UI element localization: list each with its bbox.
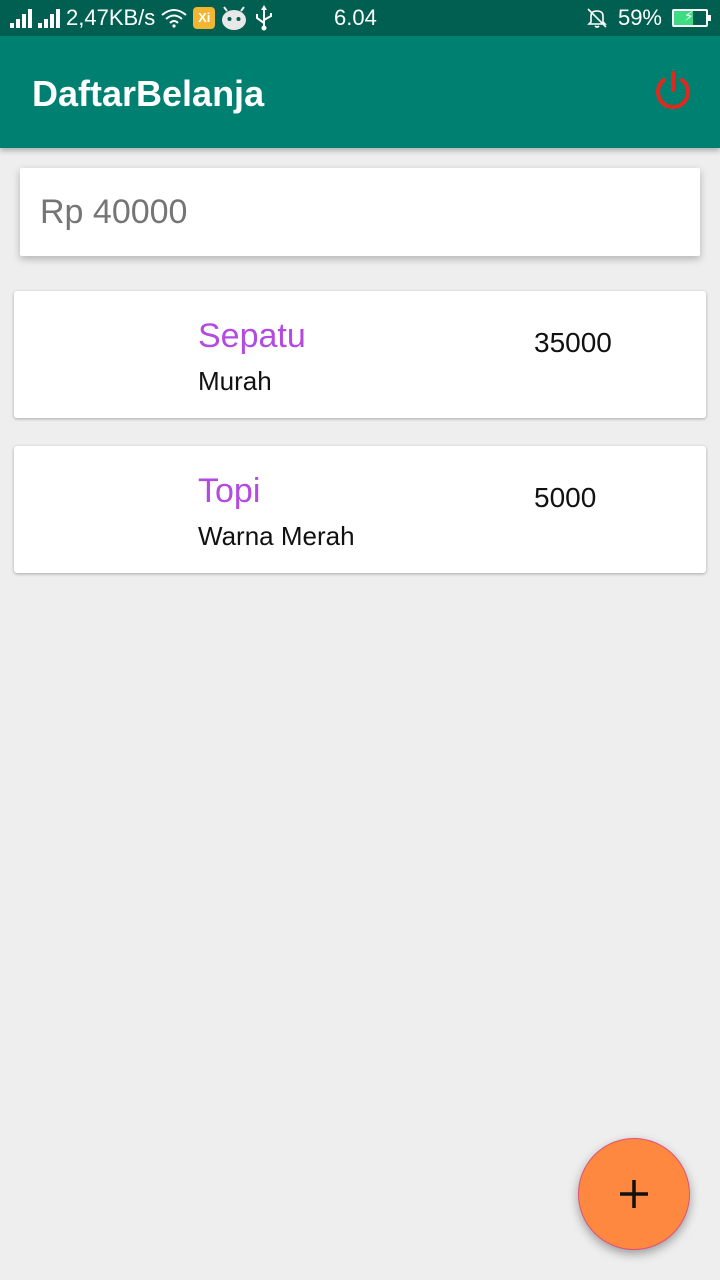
app-bar: DaftarBelanja: [0, 36, 720, 148]
charging-icon: ⚡: [684, 8, 694, 24]
status-right: 59% ⚡: [586, 0, 711, 36]
wifi-icon: [161, 8, 187, 28]
app-title: DaftarBelanja: [32, 73, 265, 114]
battery-percent: 59%: [617, 5, 662, 30]
budget-input[interactable]: [40, 192, 700, 232]
signal-icon: [10, 8, 32, 28]
budget-card: [20, 168, 700, 256]
item-card-topi[interactable]: Topi Warna Merah 5000: [14, 446, 706, 573]
item-description: Murah: [198, 366, 272, 396]
status-bar: 2,47KB/s Xi 6.04 59% ⚡: [0, 0, 720, 36]
item-name: Topi: [198, 472, 261, 510]
status-time: 6.04: [334, 5, 377, 30]
usb-icon: [253, 5, 275, 31]
item-price: 35000: [534, 327, 612, 358]
item-card-sepatu[interactable]: Sepatu Murah 35000: [14, 291, 706, 418]
signal-icon-2: [38, 8, 60, 28]
battery-icon: ⚡: [672, 8, 711, 27]
mute-icon: [586, 7, 608, 29]
item-name: Sepatu: [198, 317, 306, 355]
power-button[interactable]: [648, 66, 698, 116]
add-item-button[interactable]: [578, 1138, 690, 1250]
status-left: 2,47KB/s Xi: [10, 5, 275, 31]
app-icon: Xi: [193, 7, 216, 29]
item-description: Warna Merah: [198, 521, 355, 551]
item-price: 5000: [534, 482, 597, 513]
power-icon: [656, 71, 690, 109]
network-speed: 2,47KB/s: [66, 5, 156, 30]
plus-icon: [620, 1180, 648, 1208]
android-icon: [221, 6, 247, 30]
